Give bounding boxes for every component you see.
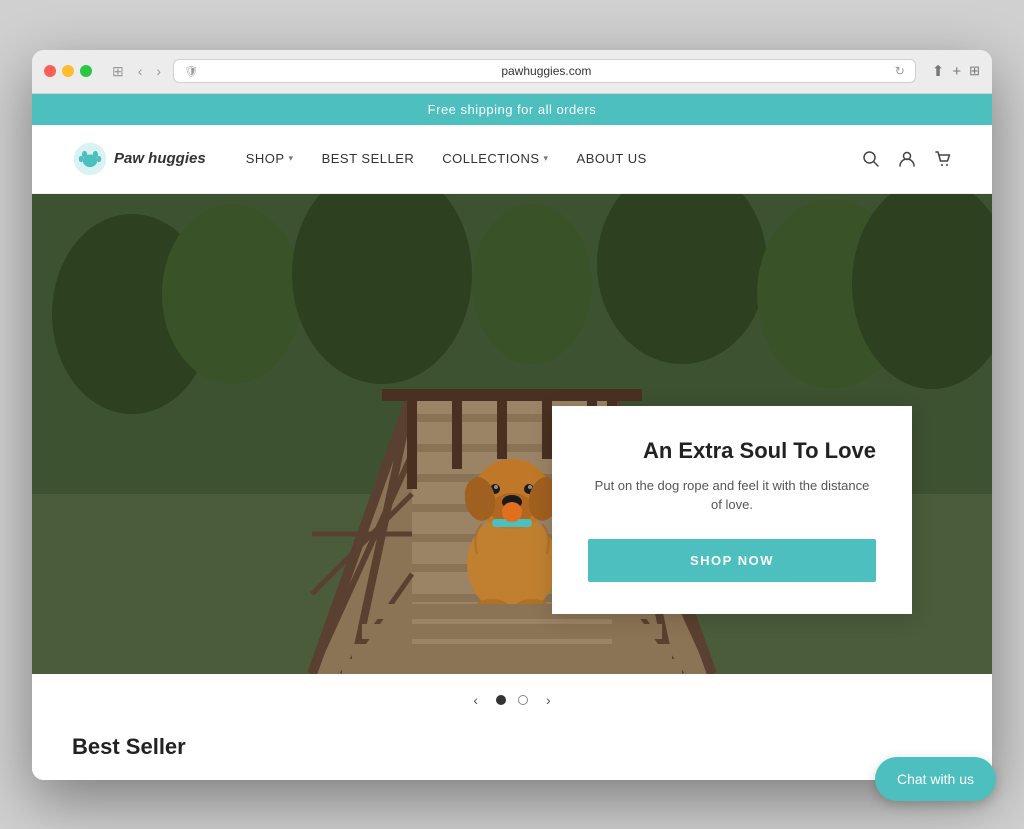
browser-titlebar: ⊞ ‹ › 🛡 pawhuggies.com ↻ ⬆ + ⊞ [32, 50, 992, 94]
share-icon[interactable]: ⬆ [932, 62, 945, 80]
best-seller-section: Best Seller [32, 726, 992, 780]
nav-collections-label: COLLECTIONS [442, 151, 539, 166]
nav-shop[interactable]: SHOP ▾ [246, 151, 294, 166]
logo-icon [72, 141, 108, 177]
main-nav: SHOP ▾ BEST SELLER COLLECTIONS ▾ ABOUT U… [246, 151, 862, 166]
nav-collections[interactable]: COLLECTIONS ▾ [442, 151, 548, 166]
announcement-bar: Free shipping for all orders [32, 94, 992, 125]
search-icon[interactable] [862, 150, 880, 168]
cart-icon[interactable] [934, 150, 952, 168]
reload-icon[interactable]: ↻ [895, 64, 905, 78]
announcement-text: Free shipping for all orders [428, 102, 597, 117]
traffic-lights [44, 65, 92, 77]
logo-name: Paw huggies [114, 150, 206, 168]
maximize-button[interactable] [80, 65, 92, 77]
site-header: Paw huggies SHOP ▾ BEST SELLER COLLECTIO… [32, 125, 992, 194]
hero-card-subtitle: Put on the dog rope and feel it with the… [588, 476, 876, 515]
shop-now-button[interactable]: SHOP NOW [588, 539, 876, 582]
new-tab-icon[interactable]: + [952, 63, 961, 80]
browser-actions: ⬆ + ⊞ [932, 62, 980, 80]
logo[interactable]: Paw huggies [72, 141, 206, 177]
shield-icon: 🛡 [184, 65, 198, 78]
sidebar-toggle-icon[interactable]: ⊞ [108, 61, 128, 82]
carousel-dot-1[interactable] [496, 695, 506, 705]
nav-about-us[interactable]: ABOUT US [577, 151, 647, 166]
best-seller-title: Best Seller [72, 734, 952, 760]
nav-about-us-label: ABOUT US [577, 151, 647, 166]
hero-card: An Extra Soul To Love Put on the dog rop… [552, 406, 912, 614]
hero-section: An Extra Soul To Love Put on the dog rop… [32, 194, 992, 674]
account-icon[interactable] [898, 150, 916, 168]
minimize-button[interactable] [62, 65, 74, 77]
carousel-navigation: ‹ › [32, 674, 992, 726]
carousel-prev-button[interactable]: ‹ [467, 690, 484, 710]
close-button[interactable] [44, 65, 56, 77]
nav-best-seller[interactable]: BEST SELLER [322, 151, 415, 166]
carousel-next-button[interactable]: › [540, 690, 557, 710]
forward-button[interactable]: › [152, 61, 165, 81]
nav-shop-label: SHOP [246, 151, 285, 166]
back-button[interactable]: ‹ [134, 61, 147, 81]
browser-window: ⊞ ‹ › 🛡 pawhuggies.com ↻ ⬆ + ⊞ Free ship… [32, 50, 992, 780]
url-display: pawhuggies.com [204, 64, 889, 78]
address-bar[interactable]: 🛡 pawhuggies.com ↻ [173, 59, 916, 83]
carousel-dot-2[interactable] [518, 695, 528, 705]
chat-button[interactable]: Chat with us [875, 757, 996, 801]
grid-icon[interactable]: ⊞ [969, 63, 980, 79]
website-content: Free shipping for all orders Paw huggies [32, 94, 992, 780]
nav-icons [862, 150, 952, 168]
browser-controls: ⊞ ‹ › [108, 61, 165, 82]
logo-text-block: Paw huggies [114, 150, 206, 168]
collections-chevron-icon: ▾ [544, 153, 549, 164]
nav-best-seller-label: BEST SELLER [322, 151, 415, 166]
shop-chevron-icon: ▾ [289, 153, 294, 164]
hero-card-title: An Extra Soul To Love [588, 438, 876, 464]
